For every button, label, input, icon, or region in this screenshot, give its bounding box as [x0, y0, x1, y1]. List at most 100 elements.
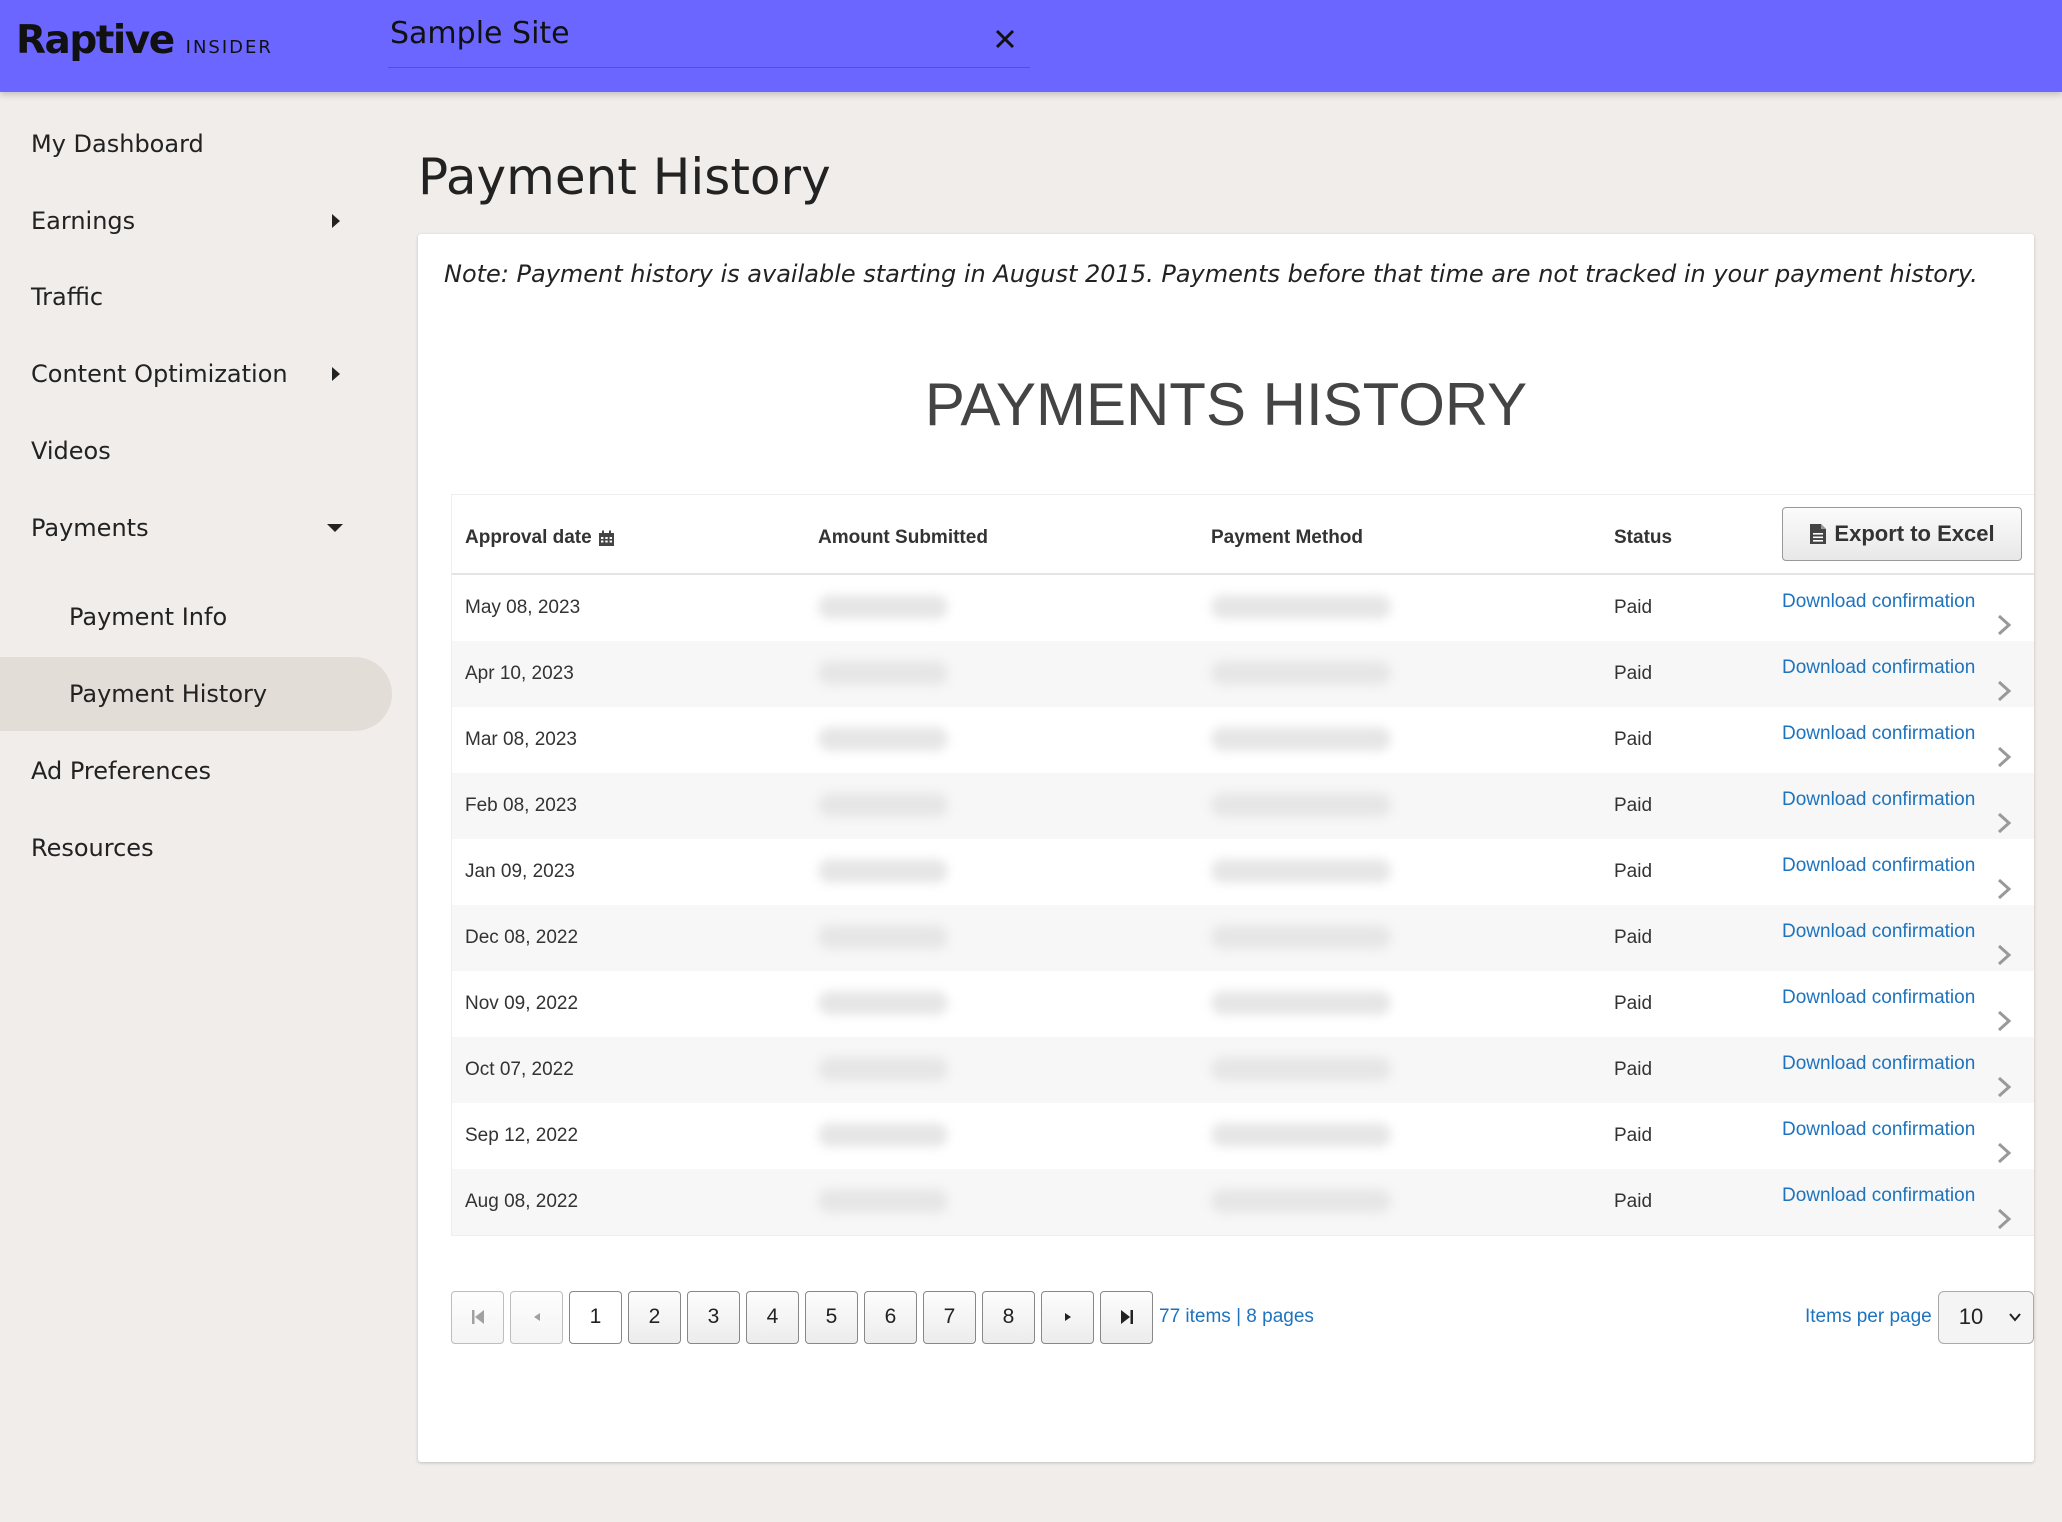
download-confirmation-link[interactable]: Download confirmation	[1782, 591, 1975, 613]
download-confirmation-link[interactable]: Download confirmation	[1782, 657, 1975, 679]
sidebar-item-content-optimization[interactable]: Content Optimization	[0, 337, 392, 411]
chevron-right-icon[interactable]	[1994, 1141, 2014, 1165]
document-icon	[1810, 524, 1827, 544]
page-button-5[interactable]: 5	[805, 1290, 858, 1344]
amount-redacted	[818, 925, 948, 949]
payment-method-redacted	[1211, 1123, 1391, 1147]
payments-grid: Approval date Amount Submitted Payment M…	[451, 494, 2034, 1236]
column-header-amount-submitted[interactable]: Amount Submitted	[818, 527, 988, 549]
amount-redacted	[818, 1057, 948, 1081]
page-button-6[interactable]: 6	[864, 1290, 917, 1344]
payments-history-heading: PAYMENTS HISTORY	[924, 371, 1528, 438]
table-row: Mar 08, 2023 Paid Download confirmation	[452, 707, 2034, 773]
first-page-button[interactable]	[451, 1290, 504, 1344]
page-button-4[interactable]: 4	[746, 1290, 799, 1344]
chevron-right-icon[interactable]	[1994, 1075, 2014, 1099]
table-row: Apr 10, 2023 Paid Download confirmation	[452, 641, 2034, 707]
chevron-right-icon[interactable]	[1994, 811, 2014, 835]
logo-insider-label: INSIDER	[185, 37, 273, 58]
next-page-button[interactable]	[1041, 1290, 1094, 1344]
sidebar-item-my-dashboard[interactable]: My Dashboard	[0, 107, 392, 181]
close-icon[interactable]	[988, 22, 1022, 56]
page-button-7[interactable]: 7	[923, 1290, 976, 1344]
sidebar-item-label: Payment History	[69, 680, 268, 708]
sidebar-item-resources[interactable]: Resources	[0, 811, 392, 885]
payment-method-redacted	[1211, 991, 1391, 1015]
status: Paid	[1614, 795, 1653, 816]
caret-right-icon	[1064, 1313, 1071, 1321]
site-selector[interactable]: Sample Site	[388, 14, 1030, 68]
logo-wordmark: Raptive	[16, 18, 175, 63]
table-row: May 08, 2023 Paid Download confirmation	[452, 575, 2034, 641]
download-confirmation-link[interactable]: Download confirmation	[1782, 921, 1975, 943]
column-header-label: Approval date	[465, 527, 592, 548]
chevron-right-icon[interactable]	[1994, 679, 2014, 703]
approval-date: Aug 08, 2022	[465, 1191, 579, 1212]
chevron-right-icon[interactable]	[1994, 1207, 2014, 1231]
chevron-right-icon[interactable]	[1994, 1009, 2014, 1033]
sidebar-item-traffic[interactable]: Traffic	[0, 260, 392, 334]
chevron-right-icon[interactable]	[1994, 613, 2014, 637]
export-button-label: Export to Excel	[1834, 521, 1995, 546]
page-title: Payment History	[418, 148, 831, 206]
download-confirmation-link[interactable]: Download confirmation	[1782, 987, 1975, 1009]
page-button-8[interactable]: 8	[982, 1290, 1035, 1344]
sidebar-item-payments[interactable]: Payments	[0, 491, 392, 565]
column-header-payment-method[interactable]: Payment Method	[1211, 527, 1363, 549]
download-confirmation-link[interactable]: Download confirmation	[1782, 789, 1975, 811]
table-row: Dec 08, 2022 Paid Download confirmation	[452, 905, 2034, 971]
previous-page-button[interactable]	[510, 1290, 563, 1344]
payment-method-redacted	[1211, 727, 1391, 751]
page-button-3[interactable]: 3	[687, 1290, 740, 1344]
column-header-status[interactable]: Status	[1614, 527, 1672, 549]
export-to-excel-button[interactable]: Export to Excel	[1782, 507, 2022, 561]
site-name: Sample Site	[390, 16, 570, 51]
raptive-logo[interactable]: Raptive INSIDER	[16, 18, 273, 63]
chevron-right-icon[interactable]	[1994, 877, 2014, 901]
sidebar-item-earnings[interactable]: Earnings	[0, 184, 392, 258]
pager: 1 2 3 4 5 6 7 8 77 items | 8 pages	[451, 1290, 1314, 1344]
status: Paid	[1614, 861, 1653, 882]
approval-date: Oct 07, 2022	[465, 1059, 574, 1080]
last-page-icon	[1120, 1310, 1133, 1324]
download-confirmation-link[interactable]: Download confirmation	[1782, 1053, 1975, 1075]
amount-redacted	[818, 1123, 948, 1147]
grid-body: May 08, 2023 Paid Download confirmation …	[452, 575, 2034, 1235]
sidebar-item-label: Payment Info	[69, 603, 228, 631]
sidebar-item-ad-preferences[interactable]: Ad Preferences	[0, 734, 392, 808]
approval-date: Dec 08, 2022	[465, 927, 579, 948]
items-per-page-label: Items per page	[1805, 1306, 1932, 1327]
download-confirmation-link[interactable]: Download confirmation	[1782, 1185, 1975, 1207]
sidebar-item-payment-info[interactable]: Payment Info	[0, 580, 392, 654]
last-page-button[interactable]	[1100, 1290, 1153, 1344]
status: Paid	[1614, 729, 1653, 750]
page-button-2[interactable]: 2	[628, 1290, 681, 1344]
sidebar-item-label: Ad Preferences	[31, 757, 212, 785]
amount-redacted	[818, 727, 948, 751]
page-button-1[interactable]: 1	[569, 1290, 622, 1344]
table-row: Nov 09, 2022 Paid Download confirmation	[452, 971, 2034, 1037]
items-per-page-value: 10	[1958, 1304, 1984, 1329]
status: Paid	[1614, 993, 1653, 1014]
calendar-icon[interactable]	[598, 530, 615, 547]
caret-right-icon	[332, 367, 340, 381]
status: Paid	[1614, 1191, 1653, 1212]
sidebar-item-videos[interactable]: Videos	[0, 414, 392, 488]
payment-history-card: Note: Payment history is available start…	[418, 234, 2034, 1462]
download-confirmation-link[interactable]: Download confirmation	[1782, 723, 1975, 745]
download-confirmation-link[interactable]: Download confirmation	[1782, 1119, 1975, 1141]
payment-method-redacted	[1211, 1189, 1391, 1213]
items-per-page-select[interactable]: 10	[1937, 1290, 2034, 1344]
status: Paid	[1614, 663, 1653, 684]
chevron-right-icon[interactable]	[1994, 943, 2014, 967]
table-row: Aug 08, 2022 Paid Download confirmation	[452, 1169, 2034, 1235]
chevron-right-icon[interactable]	[1994, 745, 2014, 769]
caret-down-icon	[327, 524, 343, 532]
amount-redacted	[818, 991, 948, 1015]
sidebar-item-payment-history[interactable]: Payment History	[0, 657, 392, 731]
first-page-icon	[471, 1310, 484, 1324]
items-per-page: Items per page 10	[1805, 1290, 2034, 1344]
column-header-approval-date[interactable]: Approval date	[465, 527, 615, 549]
table-row: Sep 12, 2022 Paid Download confirmation	[452, 1103, 2034, 1169]
download-confirmation-link[interactable]: Download confirmation	[1782, 855, 1975, 877]
